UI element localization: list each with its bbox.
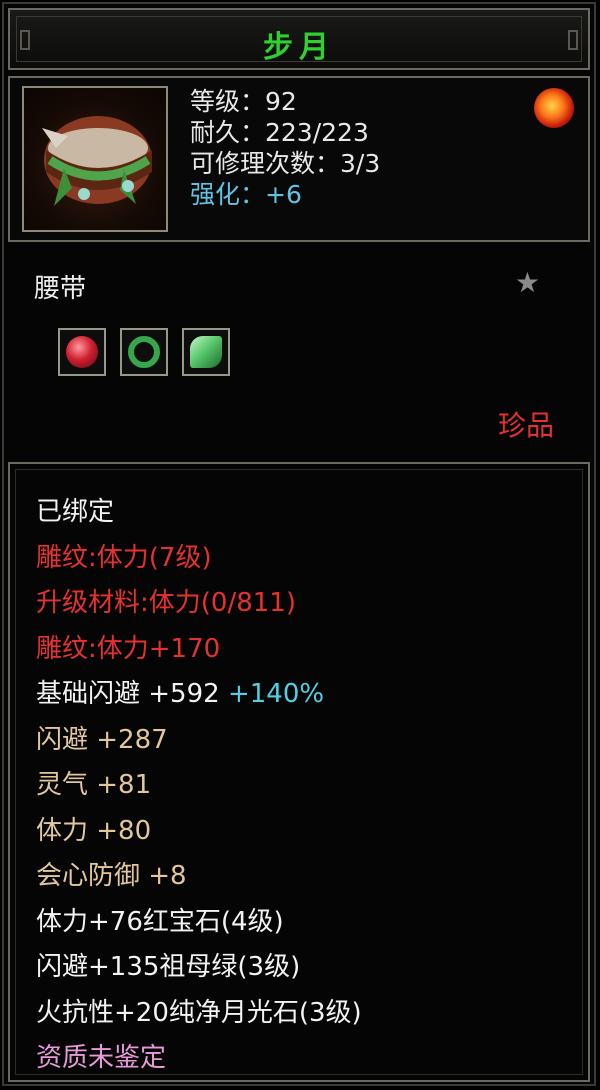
- durability-stat: 耐久：223/223: [190, 118, 369, 147]
- base-dodge-row: 基础闪避 +592 +140%: [36, 672, 362, 718]
- item-stats: 等级：92 耐久：223/223 可修理次数：3/3 强化：+6: [190, 86, 380, 210]
- rarity-label: 珍品: [497, 409, 554, 442]
- engrave-bonus: 雕纹:体力+170: [36, 633, 221, 664]
- level-stat: 等级：92: [190, 87, 297, 116]
- green-crystal-gem: [190, 336, 222, 368]
- base-dodge-bonus: +140%: [227, 679, 325, 709]
- title-bar: 步月: [8, 8, 590, 70]
- strengthen-stat: 强化：+6: [190, 180, 302, 209]
- stamina-stat: 体力 +80: [36, 815, 152, 846]
- gem-bonus-ruby: 体力+76红宝石(4级): [36, 906, 284, 937]
- upgrade-material: 升级材料:体力(0/811): [36, 588, 296, 618]
- green-ring-gem-icon[interactable]: [120, 328, 168, 376]
- base-dodge: 基础闪避 +592: [36, 679, 220, 709]
- star-icon[interactable]: ★: [515, 266, 540, 299]
- belt-image: [42, 116, 152, 206]
- engrave-level: 雕纹:体力(7级): [36, 542, 212, 573]
- red-gem: [66, 336, 98, 368]
- green-crystal-gem-icon[interactable]: [182, 328, 230, 376]
- belt-icon[interactable]: [22, 86, 168, 232]
- quality-status: 资质未鉴定: [36, 1043, 167, 1073]
- gem-bonus-moonstone: 火抗性+20纯净月光石(3级): [36, 997, 362, 1028]
- attributes-panel: 已绑定 雕纹:体力(7级) 升级材料:体力(0/811) 雕纹:体力+170 基…: [8, 462, 590, 1082]
- item-type: 腰带: [34, 274, 87, 304]
- red-gem-icon[interactable]: [58, 328, 106, 376]
- green-ring-gem: [128, 336, 160, 368]
- fire-element-icon: [534, 88, 574, 128]
- bound-status: 已绑定: [36, 497, 115, 527]
- crit-defense-stat: 会心防御 +8: [36, 861, 187, 891]
- gem-bonus-emerald: 闪避+135祖母绿(3级): [36, 952, 301, 982]
- attribute-list: 已绑定 雕纹:体力(7级) 升级材料:体力(0/811) 雕纹:体力+170 基…: [36, 490, 362, 1082]
- dodge-stat: 闪避 +287: [36, 724, 168, 755]
- item-header: 等级：92 耐久：223/223 可修理次数：3/3 强化：+6: [8, 76, 590, 242]
- item-summary: 腰带 ★ 珍品: [8, 248, 590, 458]
- item-name: 步月: [263, 30, 335, 65]
- spirit-stat: 灵气 +81: [36, 770, 152, 800]
- repair-count-stat: 可修理次数：3/3: [190, 149, 381, 178]
